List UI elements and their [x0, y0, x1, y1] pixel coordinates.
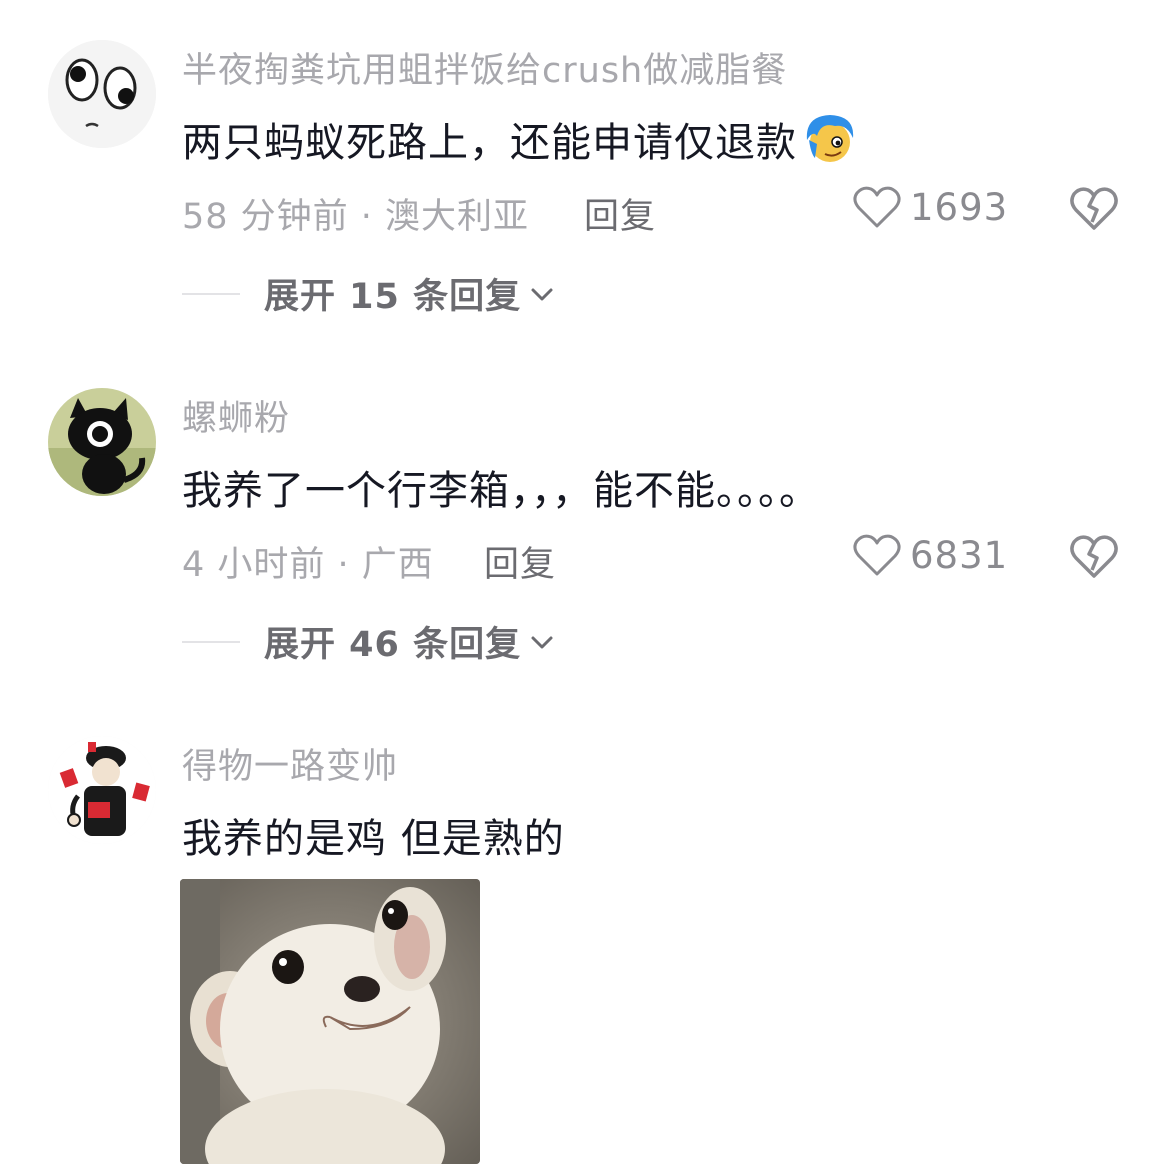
username[interactable]: 螺蛳粉 [182, 390, 290, 441]
reply-button[interactable]: 回复 [484, 536, 556, 587]
divider [182, 292, 240, 295]
like-count: 6831 [910, 533, 1009, 577]
comment-text-body: 两只蚂蚁死路上，还能申请仅退款 [182, 120, 797, 166]
expand-replies-button[interactable]: 展开 15 条回复 [182, 268, 557, 319]
blue-hair-emoji-icon [806, 115, 854, 162]
comment-time-location: 4 小时前 · 广西 [182, 545, 434, 585]
avatar[interactable] [48, 40, 156, 148]
like-button[interactable]: 6831 [852, 532, 1008, 578]
comment-text: 我养了一个行李箱，，，能不能。。。。 [182, 468, 820, 514]
heart-outline-icon [853, 534, 901, 576]
broken-heart-icon [1070, 187, 1118, 230]
reply-button[interactable]: 回复 [584, 188, 656, 239]
expand-replies-label: 展开 15 条回复 [264, 277, 522, 317]
dislike-button[interactable] [1068, 532, 1120, 580]
divider [182, 640, 240, 643]
like-count: 1693 [910, 185, 1009, 229]
comment-text: 我养的是鸡 但是熟的 [182, 816, 565, 862]
username[interactable]: 得物一路变帅 [182, 738, 398, 789]
chevron-down-icon [531, 288, 553, 300]
broken-heart-icon [1070, 535, 1118, 578]
expand-replies-label: 展开 46 条回复 [264, 625, 522, 665]
chihuahua-image [180, 879, 480, 1164]
like-button[interactable]: 1693 [852, 184, 1008, 230]
comment-text: 两只蚂蚁死路上，还能申请仅退款 [182, 110, 859, 168]
chevron-down-icon [531, 636, 553, 648]
expand-replies-button[interactable]: 展开 46 条回复 [182, 616, 557, 667]
username[interactable]: 半夜掏粪坑用蛆拌饭给crush做减脂餐 [182, 42, 787, 93]
avatar[interactable] [48, 388, 156, 496]
heart-outline-icon [853, 186, 901, 228]
dislike-button[interactable] [1068, 184, 1120, 232]
cartoon-boy-avatar-image [48, 736, 156, 844]
black-cat-avatar-image [48, 388, 156, 496]
avatar[interactable] [48, 736, 156, 844]
googly-eyes-avatar-image [48, 40, 156, 148]
comment-time-location: 58 分钟前 · 澳大利亚 [182, 197, 530, 237]
chihuahua-sticker-image[interactable] [180, 879, 480, 1164]
